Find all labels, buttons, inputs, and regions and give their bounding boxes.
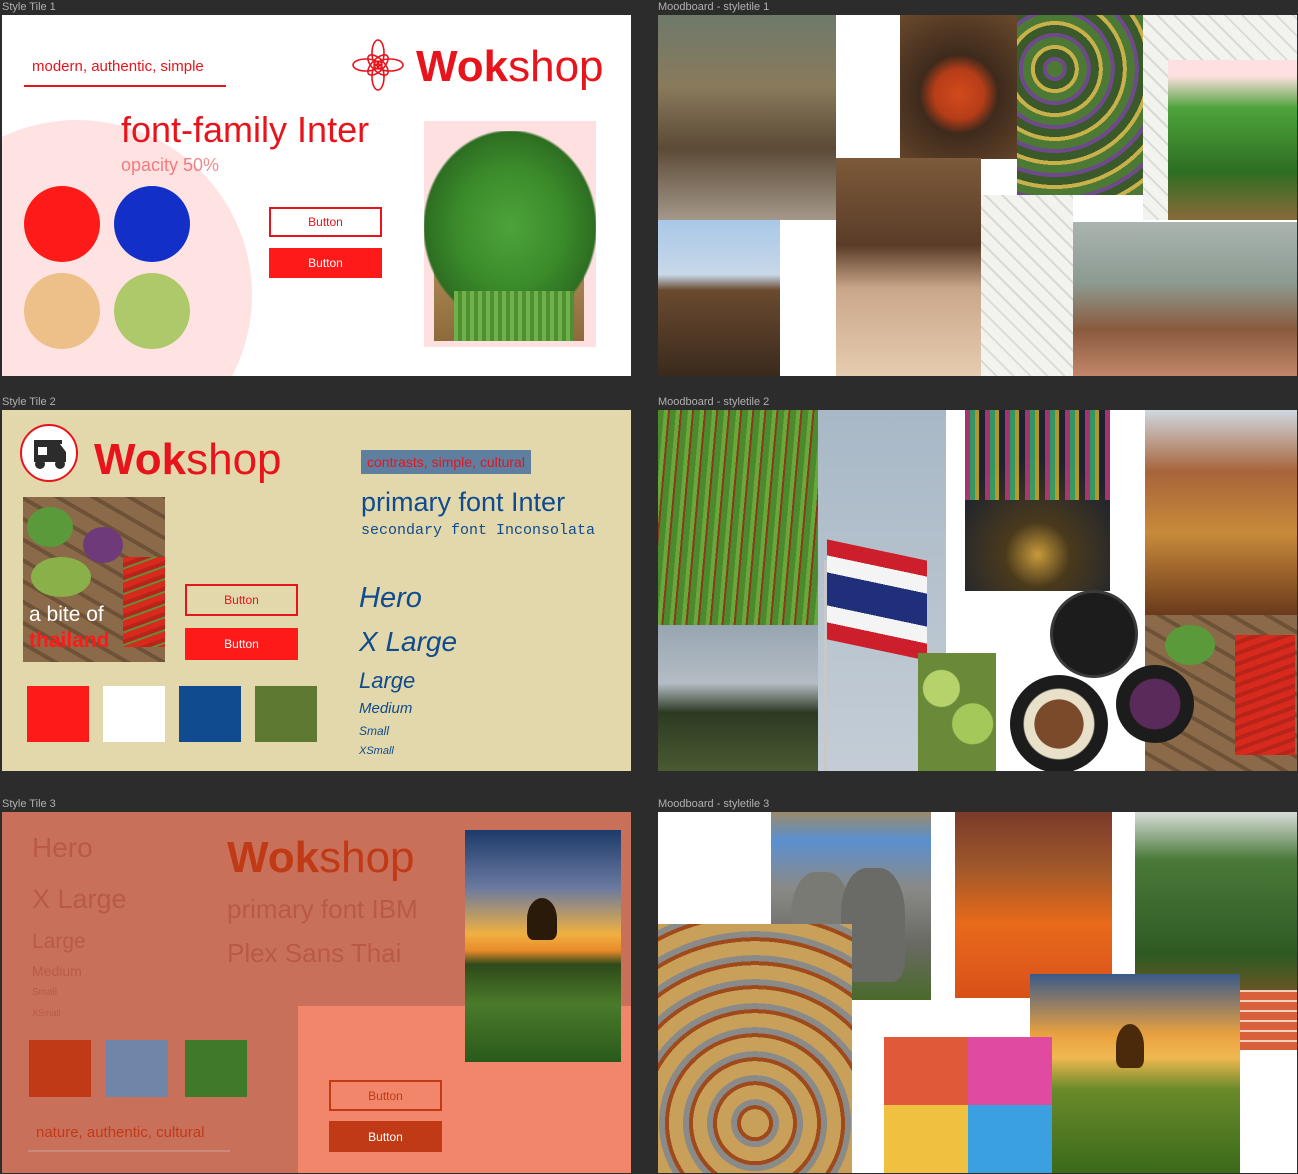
lotus-logo-icon <box>350 37 406 93</box>
wokshop-logo: Wokshop <box>227 832 415 884</box>
moodboard-3-frame[interactable] <box>658 812 1297 1173</box>
secondary-font-label: secondary font Inconsolata <box>361 522 596 539</box>
primary-font-line-1: primary font IBM <box>227 894 418 924</box>
wokshop-logo: Wokshop <box>416 41 604 93</box>
tagline-underline <box>28 1150 230 1152</box>
topiary-sky-photo <box>658 625 818 771</box>
logo-bold: Wok <box>227 833 320 882</box>
type-small: Small <box>32 987 58 998</box>
swatch-white <box>103 686 165 742</box>
type-medium: Medium <box>359 700 413 717</box>
type-hero: Hero <box>32 832 93 863</box>
floating-market-photo <box>1017 15 1143 195</box>
lantern-temple-photo <box>965 410 1110 591</box>
outline-button[interactable]: Button <box>329 1080 442 1111</box>
swatch-green <box>114 273 190 349</box>
frame-label-moodboard-2[interactable]: Moodboard - styletile 2 <box>658 396 769 409</box>
style-tile-1-frame[interactable]: modern, authentic, simple Wokshop font-f… <box>2 15 631 376</box>
monks-temple-photo <box>955 812 1112 998</box>
filled-button[interactable]: Button <box>329 1121 442 1152</box>
primary-font-line-2: Plex Sans Thai <box>227 938 402 968</box>
filled-button[interactable]: Button <box>185 628 298 660</box>
frame-label-moodboard-1[interactable]: Moodboard - styletile 1 <box>658 1 769 14</box>
wokshop-logo: Wokshop <box>94 434 282 486</box>
brick-wall-photo <box>1240 990 1297 1050</box>
primary-font-label: primary font Inter <box>361 487 566 517</box>
outline-button[interactable]: Button <box>185 584 298 616</box>
tagline: contrasts, simple, cultural <box>361 450 531 474</box>
green-coconut-photo <box>918 653 996 771</box>
font-heading: font-family Inter <box>121 109 370 150</box>
swatch-blue <box>114 186 190 262</box>
logo-light: shop <box>186 435 282 484</box>
filled-button[interactable]: Button <box>269 248 382 278</box>
thai-market-photo: a bite of thailand <box>23 497 165 662</box>
style-tile-2-frame[interactable]: Wokshop contrasts, simple, cultural prim… <box>2 410 631 771</box>
green-beans-market-photo <box>658 410 818 625</box>
swatch-rust <box>29 1040 91 1097</box>
spring-roll-dish-photo <box>1050 590 1138 678</box>
swatch-navy <box>179 686 241 742</box>
frame-label-style-tile-3[interactable]: Style Tile 3 <box>2 798 56 811</box>
photo-caption-line-2: thailand <box>29 629 110 652</box>
frame-label-moodboard-3[interactable]: Moodboard - styletile 3 <box>658 798 769 811</box>
water-spinach-photo <box>424 121 596 347</box>
wooden-house-photo <box>836 158 981 376</box>
water-spinach-photo-2 <box>1168 60 1297 220</box>
eggplant-dish-photo <box>1116 665 1194 743</box>
photo-caption-line-1: a bite of <box>29 603 104 626</box>
thai-pattern-tile-2 <box>981 195 1073 376</box>
tuk-tuk-logo-icon <box>20 424 78 482</box>
logo-light: shop <box>508 42 604 91</box>
type-xsmall: XSmall <box>32 1008 61 1018</box>
type-x-large: X Large <box>359 626 458 657</box>
type-hero: Hero <box>359 582 422 614</box>
thai-temple-roof-photo <box>1145 410 1297 615</box>
type-xsmall: XSmall <box>359 745 394 757</box>
logo-bold: Wok <box>416 42 509 91</box>
type-x-large: X Large <box>32 884 127 914</box>
buddha-field-sunset-photo <box>1030 974 1240 1173</box>
type-large: Large <box>32 930 86 953</box>
thai-shophouse-photo <box>658 15 836 220</box>
logo-bold: Wok <box>94 435 187 484</box>
swatch-green <box>185 1040 247 1097</box>
type-small: Small <box>359 724 390 738</box>
tom-yum-soup-photo <box>900 15 1018 159</box>
frame-label-style-tile-2[interactable]: Style Tile 2 <box>2 396 56 409</box>
type-medium: Medium <box>32 963 82 979</box>
swatch-red <box>27 686 89 742</box>
opacity-note: opacity 50% <box>121 155 220 175</box>
noodle-dish-photo <box>1010 675 1108 771</box>
outline-button[interactable]: Button <box>269 207 382 237</box>
wooden-shutters-photo <box>658 220 780 376</box>
logo-light: shop <box>319 833 415 882</box>
songkran-festival-photo <box>1073 222 1297 376</box>
moodboard-2-frame[interactable] <box>658 410 1297 771</box>
swatch-red <box>24 186 100 262</box>
golden-buddha-sunset-photo <box>465 830 621 1062</box>
tagline: modern, authentic, simple <box>32 58 204 75</box>
swatch-slate <box>106 1040 168 1097</box>
tagline: nature, authentic, cultural <box>36 1124 205 1141</box>
tagline-underline <box>24 85 226 87</box>
style-tile-3-frame[interactable]: Hero X Large Large Medium Small XSmall W… <box>2 812 631 1173</box>
moodboard-1-frame[interactable] <box>658 15 1297 376</box>
swatch-olive <box>255 686 317 742</box>
paper-lanterns-photo <box>884 1037 1052 1173</box>
frame-label-style-tile-1[interactable]: Style Tile 1 <box>2 1 56 14</box>
swatch-tan <box>24 273 100 349</box>
type-large: Large <box>359 668 416 693</box>
street-food-market-photo <box>658 924 852 1173</box>
